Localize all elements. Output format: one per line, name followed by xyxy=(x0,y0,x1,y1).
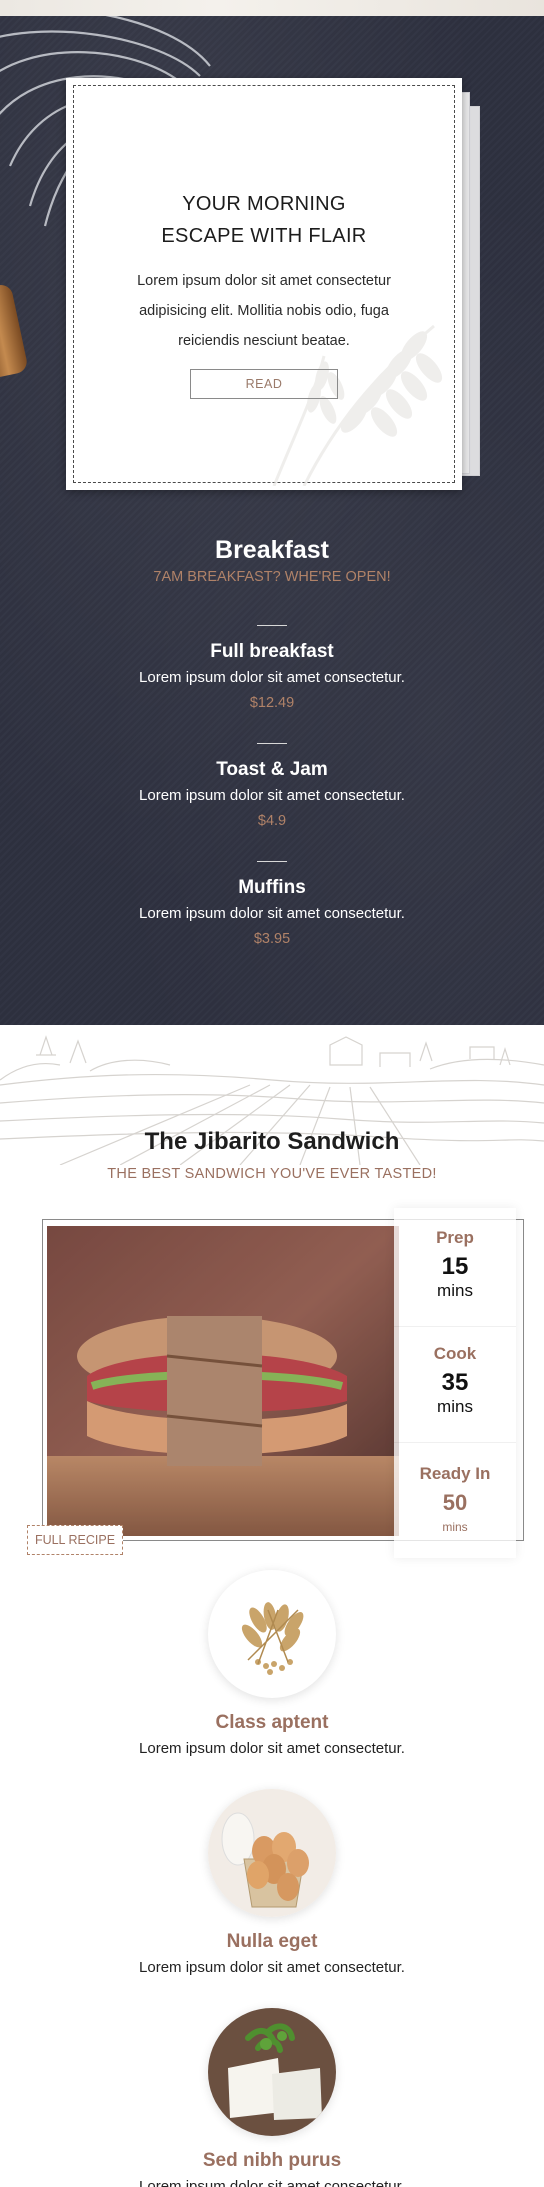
ready-value: 50 xyxy=(442,1490,468,1515)
feature-title: Nulla eget xyxy=(226,1931,318,1952)
feature-text: Lorem ipsum dolor sit amet consectetur. xyxy=(139,2178,405,2187)
breakfast-section: YOUR MORNING ESCAPE WITH FLAIR Lorem ips… xyxy=(0,16,544,1025)
sandwich-photo xyxy=(47,1226,399,1536)
feature-item: Nulla eget Lorem ipsum dolor sit amet co… xyxy=(0,1789,544,1976)
hero-card: YOUR MORNING ESCAPE WITH FLAIR Lorem ips… xyxy=(66,78,462,490)
wheat-grain-icon xyxy=(208,1570,336,1698)
prep-label: Prep xyxy=(436,1228,474,1247)
menu-item-price: $4.9 xyxy=(257,813,287,829)
menu-item-desc: Lorem ipsum dolor sit amet consectetur. xyxy=(139,669,405,686)
hero-title-line1: YOUR MORNING xyxy=(182,193,346,215)
cook-unit: mins xyxy=(437,1397,473,1416)
menu-item-desc: Lorem ipsum dolor sit amet consectetur. xyxy=(139,787,405,804)
breakfast-title: Breakfast xyxy=(215,536,329,564)
recipe-timing-panel: Prep 15 mins Cook 35 mins Ready In 50 mi… xyxy=(394,1208,516,1558)
menu-item-price: $12.49 xyxy=(249,695,295,711)
full-recipe-button[interactable]: FULL RECIPE xyxy=(27,1525,123,1555)
feature-item: Sed nibh purus Lorem ipsum dolor sit ame… xyxy=(0,2008,544,2187)
eggs-basket-icon xyxy=(208,1789,336,1917)
recipe-title: The Jibarito Sandwich xyxy=(144,1128,400,1155)
prep-value: 15 xyxy=(441,1253,469,1280)
cook-label: Cook xyxy=(433,1344,477,1363)
menu-item-desc: Lorem ipsum dolor sit amet consectetur. xyxy=(139,905,405,922)
menu-item-price: $3.95 xyxy=(253,931,291,947)
feature-text: Lorem ipsum dolor sit amet consectetur. xyxy=(139,1740,405,1757)
prep-unit: mins xyxy=(437,1281,473,1300)
menu-divider xyxy=(257,861,287,862)
menu-item-name: Muffins xyxy=(238,877,306,898)
hero-title: YOUR MORNING ESCAPE WITH FLAIR xyxy=(66,188,462,252)
cook-time: Cook 35 mins xyxy=(394,1344,516,1416)
feature-text: Lorem ipsum dolor sit amet consectetur. xyxy=(139,1959,405,1976)
timing-divider xyxy=(394,1326,516,1327)
hero-title-line2: ESCAPE WITH FLAIR xyxy=(161,225,367,247)
timing-divider xyxy=(394,1442,516,1443)
cheese-icon xyxy=(208,2008,336,2136)
menu-divider xyxy=(257,625,287,626)
top-texture-strip xyxy=(0,0,544,16)
prep-time: Prep 15 mins xyxy=(394,1228,516,1300)
feature-item: Class aptent Lorem ipsum dolor sit amet … xyxy=(0,1570,544,1757)
ready-label: Ready In xyxy=(419,1464,491,1483)
ready-time: Ready In 50 mins xyxy=(394,1464,516,1536)
menu-item-name: Toast & Jam xyxy=(216,759,328,780)
hero-card-stack: YOUR MORNING ESCAPE WITH FLAIR Lorem ips… xyxy=(66,78,480,490)
menu-item: Muffins Lorem ipsum dolor sit amet conse… xyxy=(0,861,544,950)
read-button[interactable]: READ xyxy=(190,369,338,399)
ready-unit: mins xyxy=(442,1520,468,1534)
hero-text: Lorem ipsum dolor sit amet consectetur a… xyxy=(137,273,391,349)
cook-value: 35 xyxy=(441,1369,469,1396)
feature-title: Class aptent xyxy=(215,1712,329,1733)
menu-item: Toast & Jam Lorem ipsum dolor sit amet c… xyxy=(0,743,544,832)
breakfast-subtitle: 7AM BREAKFAST? WHE'RE OPEN! xyxy=(153,569,391,585)
menu-divider xyxy=(257,743,287,744)
menu-item: Full breakfast Lorem ipsum dolor sit ame… xyxy=(0,625,544,714)
rolling-pin-decoration xyxy=(0,282,29,380)
menu-item-name: Full breakfast xyxy=(210,641,334,662)
recipe-subtitle: THE BEST SANDWICH YOU'VE EVER TASTED! xyxy=(107,1166,437,1182)
feature-title: Sed nibh purus xyxy=(202,2150,342,2171)
